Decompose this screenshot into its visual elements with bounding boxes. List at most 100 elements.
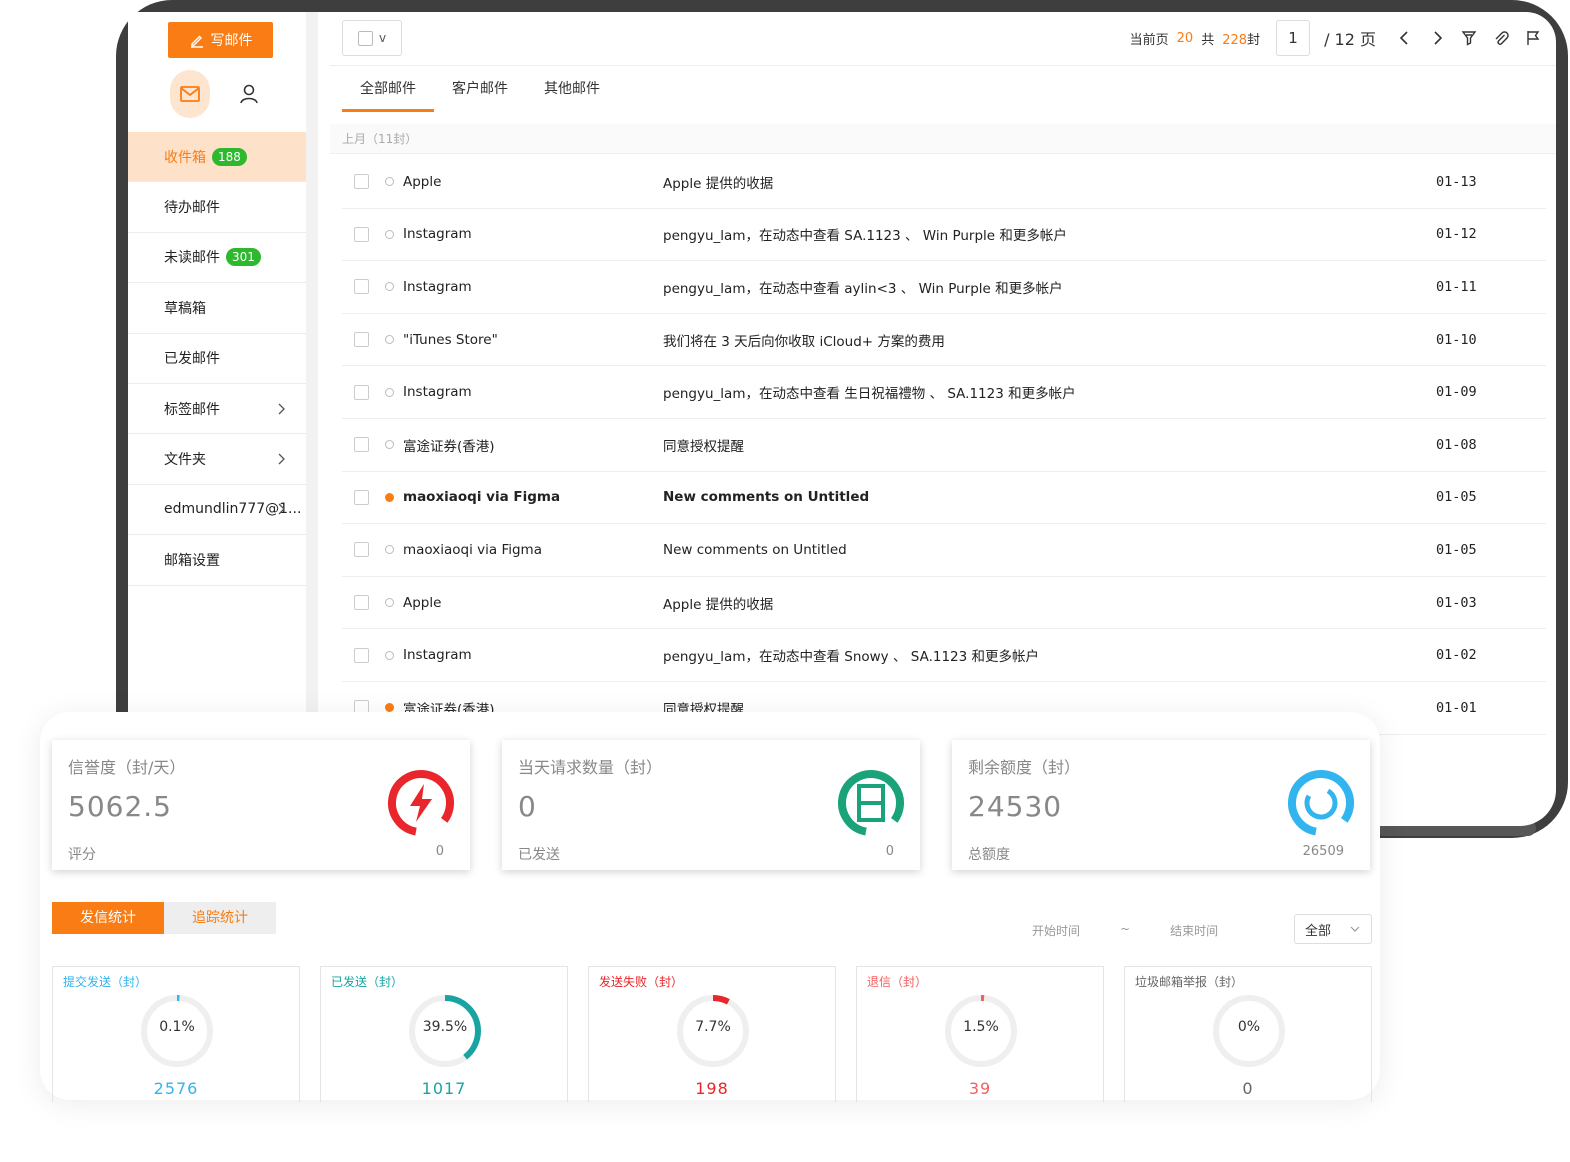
- flag-icon[interactable]: [1524, 29, 1542, 47]
- email-row[interactable]: 富途证券(香港) 同意授权提醒 01-08: [342, 419, 1546, 472]
- row-checkbox[interactable]: [354, 174, 369, 190]
- row-checkbox[interactable]: [354, 384, 369, 400]
- email-subject: New comments on Untitled: [663, 541, 847, 558]
- end-date-input[interactable]: 结束时间: [1170, 922, 1218, 939]
- next-page-icon[interactable]: [1428, 29, 1446, 47]
- count-badge: 301: [226, 248, 261, 267]
- row-checkbox[interactable]: [354, 595, 369, 611]
- tab-2[interactable]: 其他邮件: [526, 70, 618, 112]
- email-row[interactable]: Instagram pengyu_lam，在动态中查看 生日祝福禮物 、 SA.1…: [342, 366, 1546, 419]
- page-total: / 12 页: [1324, 30, 1376, 49]
- select-all-dropdown[interactable]: v: [342, 20, 402, 56]
- email-row[interactable]: maoxiaoqi via Figma New comments on Untit…: [342, 524, 1546, 577]
- sidebar-item-label: 文件夹: [164, 452, 206, 469]
- summary-card: 当天请求数量（封） 0 已发送 0: [502, 740, 920, 870]
- filter-icon[interactable]: [1460, 29, 1478, 47]
- sidebar-item-4[interactable]: 已发邮件: [128, 334, 306, 384]
- email-subject: Apple 提供的收据: [663, 596, 774, 613]
- email-row[interactable]: Instagram pengyu_lam，在动态中查看 Snowy 、 SA.11…: [342, 629, 1546, 682]
- contacts-button[interactable]: [232, 70, 266, 118]
- email-subject: New comments on Untitled: [663, 489, 870, 506]
- sidebar-item-1[interactable]: 待办邮件: [128, 182, 306, 233]
- stats-tab-1[interactable]: 追踪统计: [164, 902, 276, 934]
- email-row[interactable]: Instagram pengyu_lam，在动态中查看 SA.1123 、 Win…: [342, 209, 1546, 262]
- read-status-dot: [385, 387, 394, 397]
- email-row[interactable]: "iTunes Store" 我们将在 3 天后向你收取 iCloud+ 方案的费…: [342, 314, 1546, 367]
- card-value: 24530: [968, 790, 1063, 823]
- row-checkbox[interactable]: [354, 437, 369, 453]
- read-status-dot: [385, 440, 394, 450]
- row-checkbox[interactable]: [354, 226, 369, 242]
- start-date-input[interactable]: 开始时间: [1032, 922, 1080, 939]
- email-subject: pengyu_lam，在动态中查看 aylin<3 、 Win Purple 和…: [663, 280, 1063, 297]
- row-checkbox[interactable]: [354, 647, 369, 663]
- tab-0[interactable]: 全部邮件: [342, 70, 434, 112]
- email-sender: maoxiaoqi via Figma: [403, 489, 561, 506]
- email-row[interactable]: Instagram pengyu_lam，在动态中查看 aylin<3 、 Win…: [342, 261, 1546, 314]
- stats-dashboard: 信誉度（封/天） 5062.5 评分 0 当天请求数量（封） 0 已发送 0 剩余额度（封） 24…: [40, 712, 1380, 1102]
- row-checkbox[interactable]: [354, 332, 369, 348]
- email-subject: pengyu_lam，在动态中查看 SA.1123 、 Win Purple 和…: [663, 228, 1067, 245]
- card-title: 信誉度（封/天）: [68, 758, 186, 777]
- sidebar-item-3[interactable]: 草稿箱: [128, 283, 306, 334]
- sidebar-item-6[interactable]: 文件夹: [128, 434, 306, 485]
- email-row[interactable]: maoxiaoqi via Figma New comments on Untit…: [342, 472, 1546, 525]
- sidebar-item-label: 邮箱设置: [164, 552, 220, 569]
- compose-button[interactable]: 写邮件: [168, 22, 273, 58]
- mail-list-panel: v 当前页 20 共 228封 1 / 12 页 全部邮件 客户邮件 其他邮件 上月…: [330, 12, 1556, 826]
- email-date: 01-02: [1436, 647, 1477, 664]
- count-badge: 188: [212, 147, 247, 166]
- sidebar-item-5[interactable]: 标签邮件: [128, 384, 306, 435]
- row-checkbox[interactable]: [354, 279, 369, 295]
- chevron-right-icon: [278, 453, 285, 465]
- email-subject: 我们将在 3 天后向你收取 iCloud+ 方案的费用: [663, 333, 945, 350]
- date-range: 开始时间 ~ 结束时间: [1032, 922, 1218, 939]
- user-icon: [240, 84, 258, 104]
- sidebar-item-8[interactable]: 邮箱设置: [128, 535, 306, 586]
- sidebar-item-label: 待办邮件: [164, 200, 220, 217]
- pager: 当前页 20 共 228封 1 / 12 页: [1130, 20, 1542, 56]
- tab-1[interactable]: 客户邮件: [434, 70, 526, 112]
- sidebar-item-label: 标签邮件: [164, 401, 220, 418]
- mail-tabs: 全部邮件 客户邮件 其他邮件: [342, 70, 618, 112]
- email-date: 01-05: [1436, 541, 1477, 558]
- stat-value: 39: [968, 1079, 992, 1098]
- read-status-dot: [385, 545, 394, 555]
- stat-value: 0: [1242, 1079, 1254, 1098]
- sidebar-item-2[interactable]: 未读邮件 301: [128, 233, 306, 284]
- stat-percent: 39.5%: [422, 1019, 468, 1035]
- sidebar-item-label: 草稿箱: [164, 300, 206, 317]
- read-status-dot: [385, 492, 394, 502]
- email-date: 01-03: [1436, 594, 1477, 611]
- email-row[interactable]: Apple Apple 提供的收据 01-03: [342, 577, 1546, 630]
- mail-view-button[interactable]: [170, 70, 210, 118]
- filter-select[interactable]: 全部: [1294, 914, 1372, 944]
- stat-percent: 7.7%: [695, 1019, 731, 1035]
- row-checkbox[interactable]: [354, 489, 369, 505]
- email-sender: Apple: [403, 173, 442, 190]
- email-sender: Instagram: [403, 278, 472, 295]
- page-input[interactable]: 1: [1276, 20, 1311, 56]
- stats-tab-0[interactable]: 发信统计: [52, 902, 164, 934]
- row-checkbox[interactable]: [354, 542, 369, 558]
- sidebar-item-7[interactable]: edmundlin777@1...: [128, 485, 306, 536]
- lightning-icon: [388, 770, 454, 836]
- stat-value: 198: [695, 1079, 729, 1098]
- email-sender: "iTunes Store": [403, 331, 498, 348]
- email-date: 01-11: [1436, 278, 1477, 295]
- attachment-icon[interactable]: [1492, 29, 1510, 47]
- summary-card: 剩余额度（封） 24530 总额度 26509: [952, 740, 1370, 870]
- email-row[interactable]: Apple Apple 提供的收据 01-13: [342, 156, 1546, 209]
- mail-icon: [180, 86, 200, 102]
- stat-title: 垃圾邮箱举报（封）: [1135, 975, 1244, 989]
- mail-app-screen: 写邮件 收件箱 188 待办邮件未读邮件 301 草稿箱已发邮件标签邮件文件夹 edmun…: [128, 12, 1556, 826]
- date-separator: ~: [1120, 922, 1131, 936]
- stat-panel: 已发送（封） 39.5% 1017: [320, 966, 568, 1102]
- prev-page-icon[interactable]: [1396, 29, 1414, 47]
- stat-percent: 0%: [1237, 1019, 1261, 1035]
- email-date: 01-05: [1436, 489, 1477, 506]
- select-all-checkbox[interactable]: [357, 30, 373, 46]
- month-group-header: 上月（11封）: [330, 124, 1556, 154]
- sidebar-item-0[interactable]: 收件箱 188: [128, 132, 306, 183]
- stat-panel: 发送失败（封） 7.7% 198: [588, 966, 836, 1102]
